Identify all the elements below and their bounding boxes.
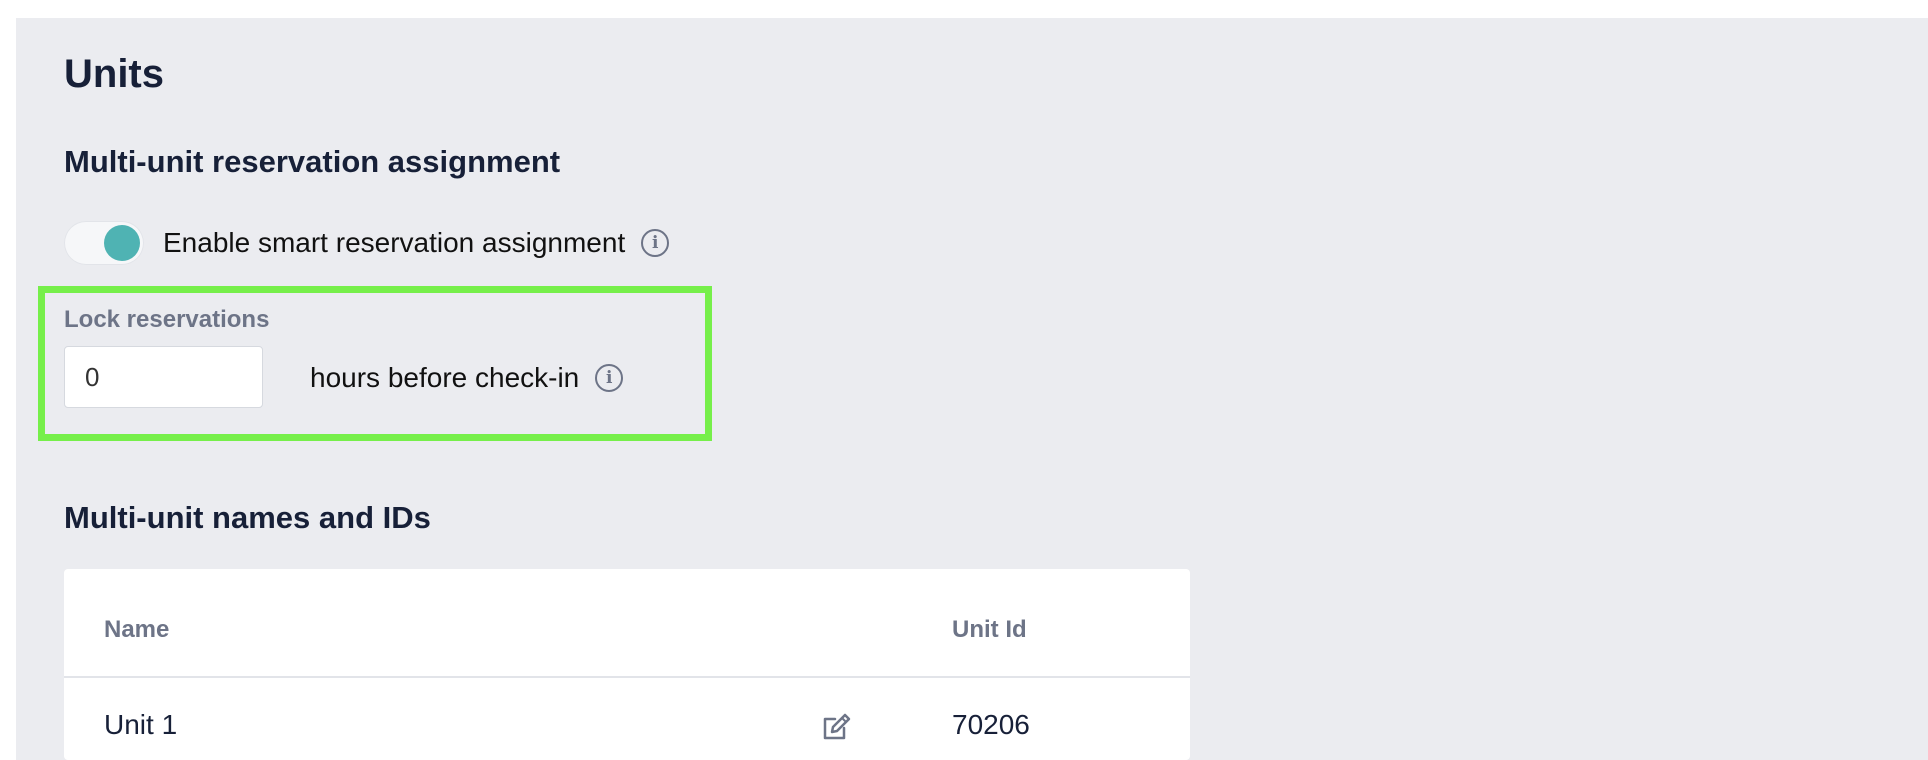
info-icon[interactable]: i (595, 364, 624, 392)
smart-assignment-row: Enable smart reservation assignment i (64, 221, 670, 265)
unit-name-cell: Unit 1 (104, 709, 178, 740)
toggle-knob (104, 225, 140, 261)
edit-icon[interactable] (819, 710, 853, 744)
units-table: Name Unit Id Unit 1 70206 (64, 569, 1190, 760)
header-divider (64, 676, 1190, 678)
unit-id-cell: 70206 (952, 709, 1030, 740)
lock-hours-input[interactable] (64, 346, 263, 408)
lock-reservations-label: Lock reservations (64, 306, 270, 333)
assignment-section-title: Multi-unit reservation assignment (64, 144, 561, 179)
settings-panel: Units Multi-unit reservation assignment … (16, 18, 1928, 760)
column-header-name[interactable]: Name (104, 616, 169, 644)
info-icon[interactable]: i (641, 229, 670, 257)
lock-suffix-text: hours before check-in (310, 362, 580, 393)
smart-assignment-toggle[interactable] (64, 221, 144, 265)
page-title: Units (64, 52, 164, 96)
lock-suffix-row: hours before check-in i (310, 356, 624, 400)
smart-assignment-label: Enable smart reservation assignment (163, 227, 626, 258)
column-header-unit-id[interactable]: Unit Id (952, 616, 1027, 644)
units-section-title: Multi-unit names and IDs (64, 500, 431, 535)
